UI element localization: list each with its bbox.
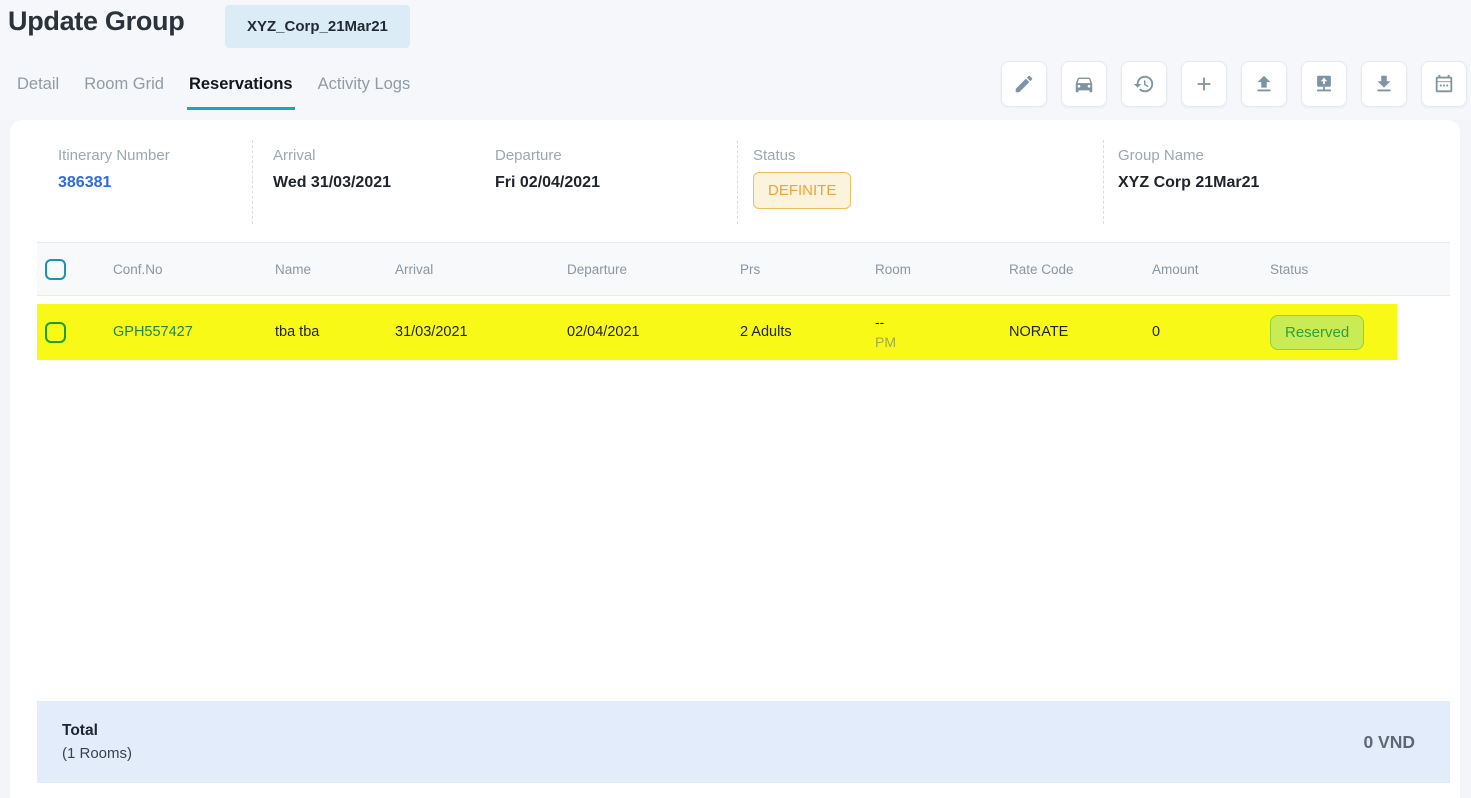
select-all-checkbox[interactable] xyxy=(45,259,66,280)
add-button[interactable] xyxy=(1181,61,1227,107)
col-conf-no: Conf.No xyxy=(113,262,275,277)
cell-rate-code: NORATE xyxy=(1009,324,1152,340)
tab-bar: Detail Room Grid Reservations Activity L… xyxy=(15,73,412,110)
col-amount: Amount xyxy=(1152,262,1270,277)
cell-arrival: 31/03/2021 xyxy=(395,324,567,340)
col-arrival: Arrival xyxy=(395,262,567,277)
upload-button[interactable] xyxy=(1241,61,1287,107)
car-icon xyxy=(1073,73,1095,95)
group-summary: Itinerary Number 386381 Arrival Wed 31/0… xyxy=(10,120,1460,240)
group-name-badge: XYZ_Corp_21Mar21 xyxy=(225,5,410,48)
main-panel: Itinerary Number 386381 Arrival Wed 31/0… xyxy=(10,120,1460,798)
tab-room-grid[interactable]: Room Grid xyxy=(82,73,166,110)
cell-conf-no[interactable]: GPH557427 xyxy=(113,324,275,340)
row-checkbox[interactable] xyxy=(45,322,66,343)
rooms-count-label: (1 Rooms) xyxy=(62,745,132,762)
arrow-up-box-icon xyxy=(1313,73,1335,95)
col-rate-code: Rate Code xyxy=(1009,262,1152,277)
field-status: Status DEFINITE xyxy=(753,147,851,209)
toolbar xyxy=(1001,61,1467,107)
cell-departure: 02/04/2021 xyxy=(567,324,740,340)
departure-label: Departure xyxy=(495,147,600,164)
edit-button[interactable] xyxy=(1001,61,1047,107)
field-departure: Departure Fri 02/04/2021 xyxy=(495,147,600,192)
arrival-label: Arrival xyxy=(273,147,391,164)
arrival-value: Wed 31/03/2021 xyxy=(273,174,391,192)
itinerary-label: Itinerary Number xyxy=(58,147,170,164)
cell-amount: 0 xyxy=(1152,324,1270,340)
col-status: Status xyxy=(1270,262,1450,277)
field-itinerary-number: Itinerary Number 386381 xyxy=(58,147,170,192)
tab-detail[interactable]: Detail xyxy=(15,73,61,110)
status-label: Status xyxy=(753,147,851,164)
calendar-button[interactable] xyxy=(1421,61,1467,107)
cell-prs: 2 Adults xyxy=(740,324,875,340)
history-button[interactable] xyxy=(1121,61,1167,107)
table-row[interactable]: GPH557427 tba tba 31/03/2021 02/04/2021 … xyxy=(37,304,1397,360)
field-separator xyxy=(252,140,253,224)
history-icon xyxy=(1133,73,1155,95)
calendar-icon xyxy=(1433,73,1455,95)
total-label: Total xyxy=(62,722,132,740)
departure-value: Fri 02/04/2021 xyxy=(495,174,600,192)
cell-room: -- PM xyxy=(875,312,1009,353)
tab-activity-logs[interactable]: Activity Logs xyxy=(316,73,413,110)
table-header-row: Conf.No Name Arrival Departure Prs Room … xyxy=(37,242,1450,296)
total-amount: 0 VND xyxy=(1363,732,1450,753)
group-name-value: XYZ Corp 21Mar21 xyxy=(1118,174,1259,192)
col-room: Room xyxy=(875,262,1009,277)
room-number: -- xyxy=(875,312,1009,332)
field-arrival: Arrival Wed 31/03/2021 xyxy=(273,147,391,192)
field-separator xyxy=(737,140,738,224)
col-name: Name xyxy=(275,262,395,277)
field-separator xyxy=(1103,140,1104,224)
download-button[interactable] xyxy=(1361,61,1407,107)
totals-footer: Total (1 Rooms) 0 VND xyxy=(37,701,1450,783)
field-group-name: Group Name XYZ Corp 21Mar21 xyxy=(1118,147,1259,192)
reservations-table: Conf.No Name Arrival Departure Prs Room … xyxy=(37,242,1450,360)
download-icon xyxy=(1373,73,1395,95)
col-prs: Prs xyxy=(740,262,875,277)
upload-icon xyxy=(1253,73,1275,95)
totals-labels: Total (1 Rooms) xyxy=(37,722,132,762)
tab-reservations[interactable]: Reservations xyxy=(187,73,295,110)
reservation-status-badge: Reserved xyxy=(1270,315,1364,350)
cell-name: tba tba xyxy=(275,324,395,340)
status-badge: DEFINITE xyxy=(753,172,851,209)
itinerary-value[interactable]: 386381 xyxy=(58,174,170,192)
page-title: Update Group xyxy=(8,6,184,37)
room-type: PM xyxy=(875,332,1009,352)
group-name-label: Group Name xyxy=(1118,147,1259,164)
page-header: Update Group XYZ_Corp_21Mar21 Detail Roo… xyxy=(0,0,1471,120)
plus-icon xyxy=(1193,73,1215,95)
pencil-icon xyxy=(1013,73,1035,95)
upload-box-button[interactable] xyxy=(1301,61,1347,107)
transport-button[interactable] xyxy=(1061,61,1107,107)
col-departure: Departure xyxy=(567,262,740,277)
